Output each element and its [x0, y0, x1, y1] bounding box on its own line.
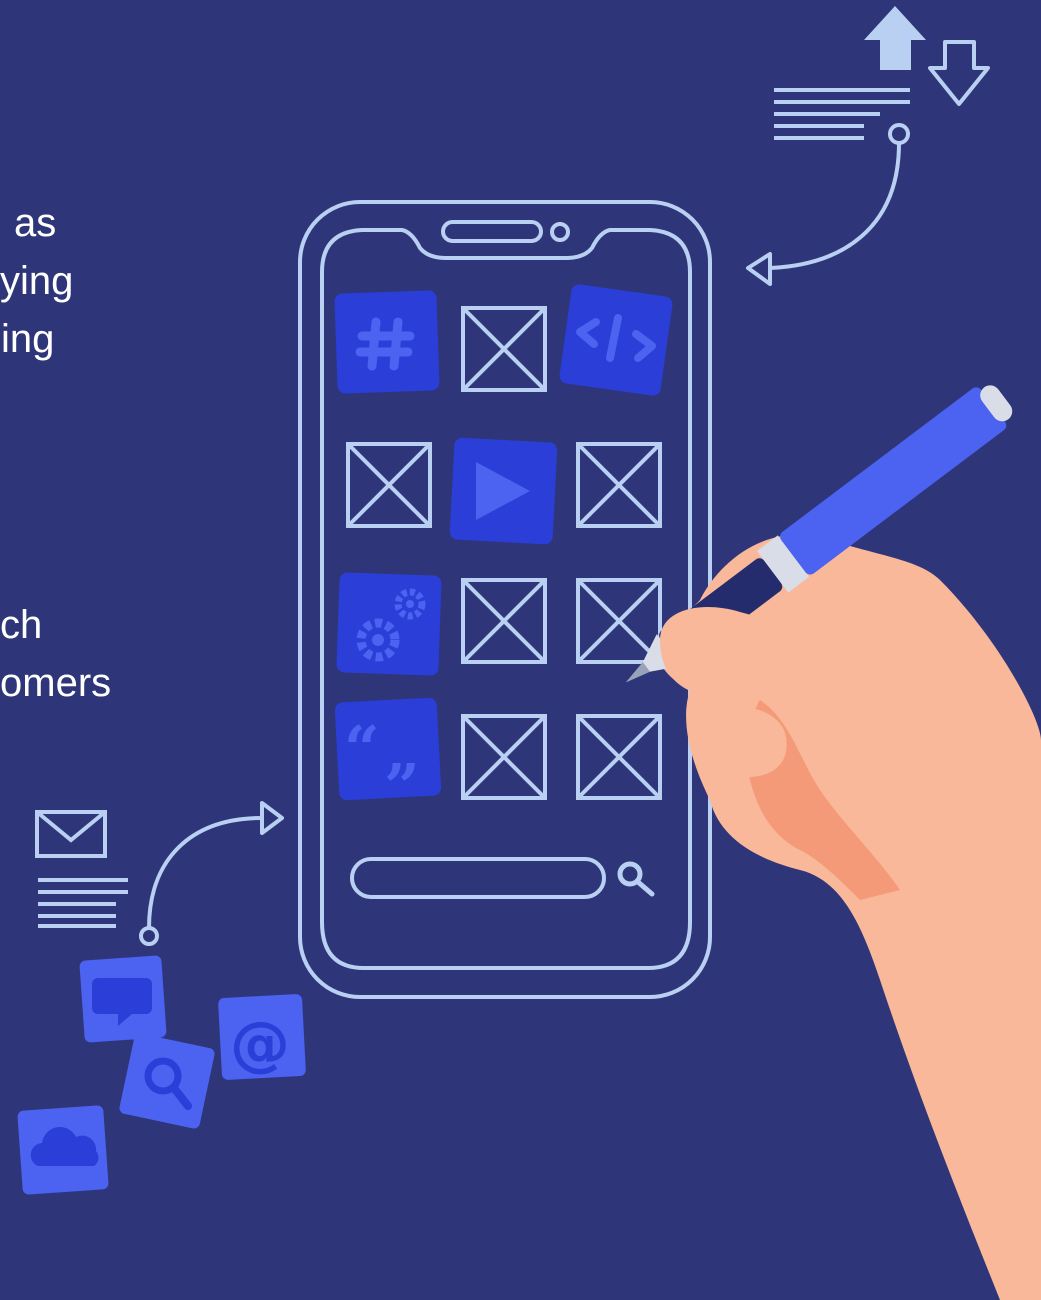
illustration: “ ” @: [17, 6, 1041, 1300]
download-arrow-icon: [928, 40, 990, 106]
chat-icon: [79, 955, 167, 1043]
search-tile-icon: [119, 1033, 215, 1129]
svg-text:“: “: [344, 712, 380, 785]
at-sign-icon: @: [218, 994, 306, 1080]
connector-bottom: [139, 801, 284, 946]
svg-text:@: @: [230, 1009, 290, 1079]
hashtag-icon: [334, 290, 440, 394]
envelope-icon: [35, 810, 107, 858]
connector-top: [746, 123, 910, 286]
upload-arrow-icon: [864, 6, 926, 70]
svg-text:”: ”: [384, 750, 420, 823]
text-lines-bottom-icon: [38, 878, 128, 928]
quote-icon: “ ”: [334, 697, 442, 823]
gears-icon: [336, 572, 442, 676]
search-icon: [617, 861, 655, 897]
cloud-icon: [17, 1105, 109, 1195]
play-icon: [449, 437, 558, 545]
code-icon: [559, 284, 673, 396]
